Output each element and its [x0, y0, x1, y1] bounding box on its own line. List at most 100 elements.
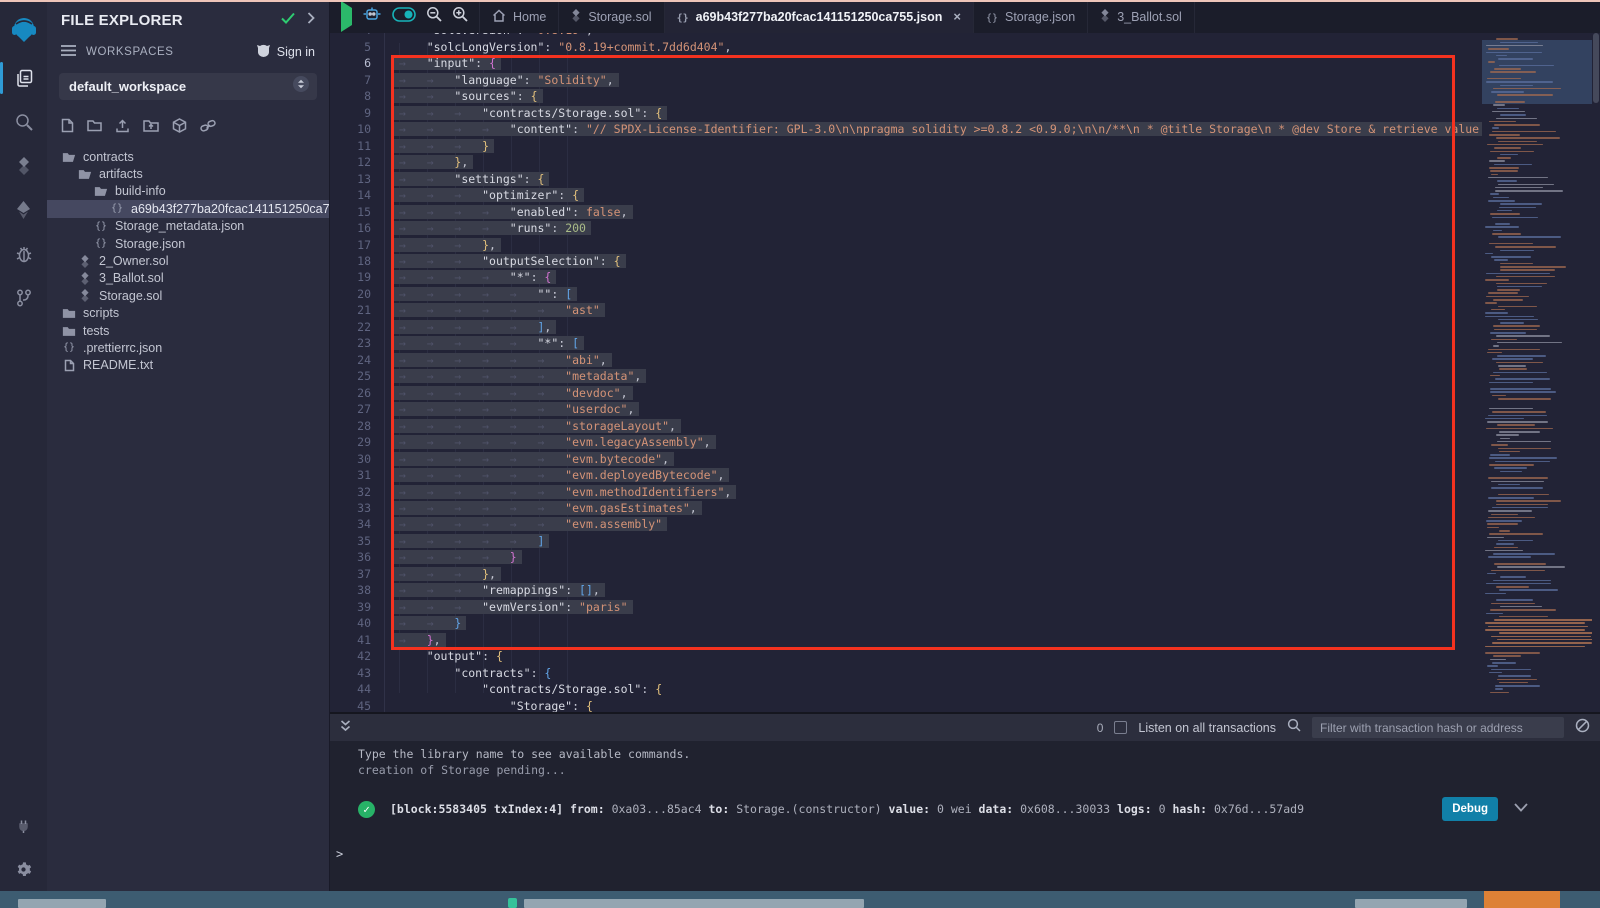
code-line-35[interactable]: 35→ → → → → ]: [330, 533, 1482, 549]
code-line-39[interactable]: 39→ → → "evmVersion": "paris": [330, 599, 1482, 615]
code-line-13[interactable]: 13→ → "settings": {: [330, 171, 1482, 187]
listen-all-transactions-checkbox[interactable]: [1114, 721, 1127, 734]
code-line-38[interactable]: 38→ → → "remappings": [],: [330, 582, 1482, 598]
code-line-27[interactable]: 27→ → → → → → "userdoc",: [330, 401, 1482, 417]
tree-item[interactable]: README.txt: [47, 357, 329, 374]
code-editor[interactable]: 4 "solcVersion": "0.8.19",5 "solcLongVer…: [330, 33, 1600, 712]
transaction-filter-input[interactable]: [1312, 717, 1564, 738]
code-line-11[interactable]: 11→ → → }: [330, 138, 1482, 154]
code-line-30[interactable]: 30→ → → → → → "evm.bytecode",: [330, 451, 1482, 467]
code-line-26[interactable]: 26→ → → → → → "devdoc",: [330, 385, 1482, 401]
tree-item[interactable]: {}.prettierrc.json: [47, 339, 329, 356]
transaction-log-row[interactable]: ✓ [block:5583405 txIndex:4] from: 0xa03.…: [358, 793, 1600, 825]
editor-tab[interactable]: {}Storage.json: [974, 0, 1088, 33]
tree-item[interactable]: scripts: [47, 305, 329, 322]
tree-item[interactable]: {}Storage_metadata.json: [47, 218, 329, 235]
code-line-29[interactable]: 29→ → → → → → "evm.legacyAssembly",: [330, 434, 1482, 450]
code-line-28[interactable]: 28→ → → → → → "storageLayout",: [330, 418, 1482, 434]
code-line-12[interactable]: 12→ → },: [330, 154, 1482, 170]
code-line-8[interactable]: 8→ → "sources": {: [330, 88, 1482, 104]
expand-terminal-icon[interactable]: [340, 719, 351, 737]
remix-logo-icon[interactable]: [0, 4, 47, 56]
code-line-45[interactable]: 45 "Storage": {: [330, 698, 1482, 712]
workspaces-menu-icon[interactable]: [61, 43, 76, 61]
preview-toggle-icon[interactable]: [392, 7, 416, 27]
file-explorer-icon[interactable]: [0, 56, 47, 100]
link-icon[interactable]: [200, 119, 216, 138]
tree-item[interactable]: 3_Ballot.sol: [47, 270, 329, 287]
code-line-17[interactable]: 17→ → → },: [330, 237, 1482, 253]
tree-item[interactable]: build-info: [47, 183, 329, 200]
debugger-icon[interactable]: [0, 232, 47, 276]
debug-button[interactable]: Debug: [1442, 797, 1498, 821]
workspace-select[interactable]: default_workspace: [59, 73, 317, 100]
code-line-21[interactable]: 21→ → → → → → "ast": [330, 302, 1482, 318]
upload-folder-icon[interactable]: [143, 119, 159, 137]
search-icon[interactable]: [0, 100, 47, 144]
code-line-43[interactable]: 43 "contracts": {: [330, 665, 1482, 681]
editor-tab[interactable]: 3_Ballot.sol: [1088, 0, 1195, 33]
tree-item-label: .prettierrc.json: [83, 341, 162, 355]
deploy-and-run-icon[interactable]: [0, 188, 47, 232]
sign-in-button[interactable]: Sign in: [256, 44, 315, 60]
code-line-23[interactable]: 23→ → → → → "*": [: [330, 335, 1482, 351]
code-line-10[interactable]: 10→ → → → "content": "// SPDX-License-Id…: [330, 121, 1482, 137]
code-line-32[interactable]: 32→ → → → → → "evm.methodIdentifiers",: [330, 484, 1482, 500]
code-line-20[interactable]: 20→ → → → → "": [: [330, 286, 1482, 302]
code-line-42[interactable]: 42 "output": {: [330, 648, 1482, 664]
minimap[interactable]: [1482, 33, 1592, 712]
close-tab-icon[interactable]: ×: [953, 9, 961, 24]
code-line-34[interactable]: 34→ → → → → → "evm.assembly": [330, 516, 1482, 532]
scrollbar-thumb[interactable]: [1593, 33, 1599, 103]
zoom-out-icon[interactable]: [426, 6, 442, 27]
plugin-manager-icon[interactable]: [0, 803, 47, 847]
code-line-19[interactable]: 19→ → → → "*": {: [330, 269, 1482, 285]
code-line-25[interactable]: 25→ → → → → → "metadata",: [330, 368, 1482, 384]
code-line-41[interactable]: 41→ },: [330, 632, 1482, 648]
upload-file-icon[interactable]: [115, 119, 130, 138]
new-folder-icon[interactable]: [87, 119, 102, 137]
git-icon[interactable]: [0, 276, 47, 320]
code-line-9[interactable]: 9→ → → "contracts/Storage.sol": {: [330, 105, 1482, 121]
code-line-24[interactable]: 24→ → → → → → "abi",: [330, 352, 1482, 368]
code-line-16[interactable]: 16→ → → → "runs": 200: [330, 220, 1482, 236]
tree-item[interactable]: Storage.sol: [47, 287, 329, 304]
tx-success-icon: ✓: [358, 801, 375, 818]
tree-item[interactable]: artifacts: [47, 165, 329, 182]
editor-tab[interactable]: Home: [479, 0, 559, 33]
terminal-prompt[interactable]: >: [336, 847, 343, 861]
tree-item[interactable]: {}Storage.json: [47, 235, 329, 252]
clear-console-icon[interactable]: [1575, 718, 1590, 738]
terminal-output[interactable]: Type the library name to see available c…: [330, 741, 1600, 891]
code-line-44[interactable]: 44 "contracts/Storage.sol": {: [330, 681, 1482, 697]
code-line-31[interactable]: 31→ → → → → → "evm.deployedBytecode",: [330, 467, 1482, 483]
run-script-icon[interactable]: [341, 8, 352, 26]
new-file-icon[interactable]: [61, 118, 74, 138]
solidity-compiler-icon[interactable]: [0, 144, 47, 188]
ipfs-cube-icon[interactable]: [172, 118, 187, 138]
alert-badge[interactable]: [1484, 891, 1560, 908]
code-line-15[interactable]: 15→ → → → "enabled": false,: [330, 204, 1482, 220]
code-line-40[interactable]: 40→ → }: [330, 615, 1482, 631]
code-line-37[interactable]: 37→ → → },: [330, 566, 1482, 582]
tree-item[interactable]: 2_Owner.sol: [47, 252, 329, 269]
code-line-33[interactable]: 33→ → → → → → "evm.gasEstimates",: [330, 500, 1482, 516]
code-line-5[interactable]: 5 "solcLongVersion": "0.8.19+commit.7dd6…: [330, 39, 1482, 55]
code-line-6[interactable]: 6→ "input": {: [330, 55, 1482, 71]
assistant-robot-icon[interactable]: [362, 6, 382, 27]
zoom-in-icon[interactable]: [452, 6, 468, 27]
editor-tab[interactable]: {}a69b43f277ba20fcac141151250ca755.json×: [665, 0, 974, 33]
expand-tx-icon[interactable]: [1514, 801, 1528, 815]
tree-item[interactable]: {}a69b43f277ba20fcac141151250ca7...: [47, 200, 329, 217]
vertical-scrollbar[interactable]: [1592, 33, 1600, 712]
chevron-right-icon[interactable]: [307, 11, 315, 29]
code-line-22[interactable]: 22→ → → → → ],: [330, 319, 1482, 335]
tree-item[interactable]: contracts: [47, 148, 329, 165]
settings-icon[interactable]: [0, 847, 47, 891]
code-line-36[interactable]: 36→ → → → }: [330, 549, 1482, 565]
code-line-14[interactable]: 14→ → → "optimizer": {: [330, 187, 1482, 203]
editor-tab[interactable]: Storage.sol: [559, 0, 664, 33]
tree-item[interactable]: tests: [47, 322, 329, 339]
code-line-18[interactable]: 18→ → → "outputSelection": {: [330, 253, 1482, 269]
code-line-7[interactable]: 7→ → "language": "Solidity",: [330, 72, 1482, 88]
